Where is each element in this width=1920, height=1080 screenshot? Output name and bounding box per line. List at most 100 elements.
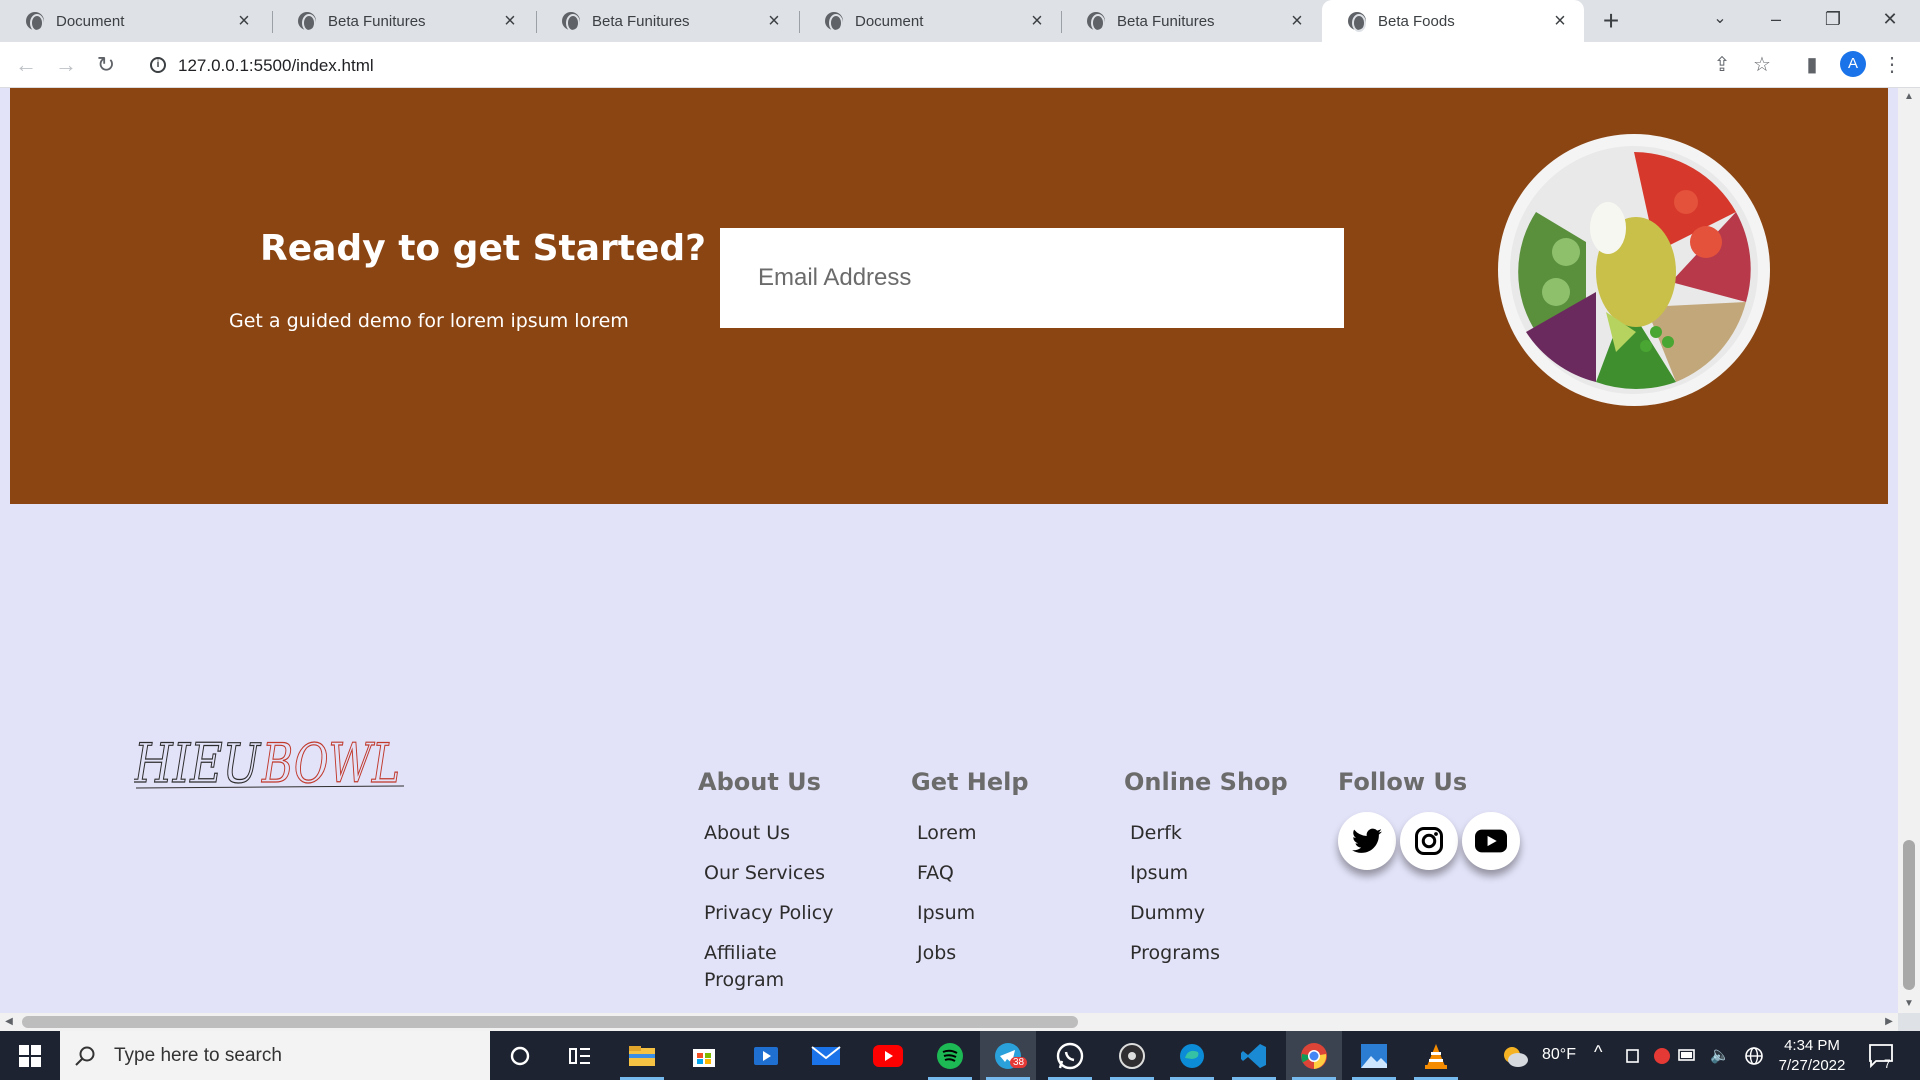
email-input[interactable] (720, 228, 1344, 328)
chrome-icon[interactable] (1286, 1031, 1342, 1080)
scroll-right-arrow[interactable]: ▶ (1880, 1013, 1898, 1031)
profile-avatar[interactable]: A (1840, 51, 1866, 77)
footer-link[interactable]: Ipsum (917, 900, 1029, 927)
mail-icon[interactable] (798, 1031, 854, 1080)
footer-column-title: Get Help (911, 768, 1029, 796)
youtube-app-icon[interactable] (860, 1031, 916, 1080)
weather-temp[interactable]: 80°F (1542, 1046, 1576, 1064)
close-window-button[interactable]: ✕ (1862, 0, 1918, 38)
restore-button[interactable]: ❐ (1805, 0, 1861, 38)
footer-link[interactable]: FAQ (917, 860, 1029, 887)
close-icon[interactable]: × (234, 11, 254, 31)
language-globe-icon[interactable] (1744, 1046, 1764, 1066)
edge-icon[interactable] (1164, 1031, 1220, 1080)
side-panel-icon[interactable]: ▮ (1798, 51, 1826, 79)
file-explorer-icon[interactable] (614, 1031, 670, 1080)
cta-title: Ready to get Started? (260, 228, 707, 269)
minimize-button[interactable]: – (1748, 0, 1804, 38)
footer-link[interactable]: About Us (704, 820, 833, 847)
globe-icon (26, 12, 44, 32)
chevron-up-icon[interactable]: ^ (1594, 1042, 1602, 1063)
browser-tab[interactable]: Beta Funitures × (272, 0, 534, 42)
site-info-icon[interactable]: i (150, 57, 166, 73)
footer-link[interactable]: Lorem (917, 820, 1029, 847)
cortana-icon[interactable] (492, 1031, 548, 1080)
start-button[interactable] (0, 1031, 60, 1080)
globe-icon (1348, 12, 1366, 32)
footer-link[interactable]: Dummy (1130, 900, 1288, 927)
tab-title: Document (855, 12, 924, 30)
vscode-icon[interactable] (1226, 1031, 1282, 1080)
twitter-icon[interactable] (1338, 812, 1396, 870)
new-tab-button[interactable]: + (1596, 6, 1626, 36)
obs-icon[interactable] (1104, 1031, 1160, 1080)
youtube-icon[interactable] (1462, 812, 1520, 870)
close-icon[interactable]: × (1550, 11, 1570, 31)
footer-link[interactable]: Ipsum (1130, 860, 1288, 887)
forward-button[interactable]: → (52, 51, 80, 79)
footer-column-title: About Us (698, 768, 821, 796)
close-icon[interactable]: × (500, 11, 520, 31)
cta-subtitle: Get a guided demo for lorem ipsum lorem (229, 310, 629, 332)
microsoft-store-icon[interactable] (676, 1031, 732, 1080)
scroll-left-arrow[interactable]: ◀ (0, 1013, 18, 1031)
menu-icon[interactable]: ⋮ (1878, 51, 1906, 79)
svg-text:BOWL: BOWL (261, 732, 400, 795)
taskbar-search[interactable]: Type here to search (60, 1031, 490, 1080)
salad-bowl-image (1498, 134, 1770, 406)
scroll-up-arrow[interactable]: ▲ (1898, 90, 1920, 104)
close-icon[interactable]: × (1027, 11, 1047, 31)
movies-tv-icon[interactable] (738, 1031, 794, 1080)
tab-title: Document (56, 12, 125, 30)
telegram-icon[interactable]: 38 (980, 1031, 1036, 1080)
footer-column-shop: Online Shop Derfk Ipsum Dummy Programs (1124, 768, 1288, 980)
footer-link-list: Derfk Ipsum Dummy Programs (1124, 820, 1288, 967)
browser-tab[interactable]: Beta Funitures × (1061, 0, 1321, 42)
whatsapp-icon[interactable] (1042, 1031, 1098, 1080)
scroll-down-arrow[interactable]: ▼ (1898, 997, 1920, 1011)
footer-link[interactable]: Affiliate Program (704, 940, 824, 994)
scrollbar-thumb[interactable] (1903, 840, 1915, 990)
footer-column-about: About Us About Us Our Services Privacy P… (698, 768, 833, 1007)
vertical-scrollbar[interactable]: ▲ ▼ (1898, 88, 1920, 1013)
address-bar[interactable]: i 127.0.0.1:5500/index.html (138, 49, 1758, 81)
browser-tab[interactable]: Document × (799, 0, 1061, 42)
scrollbar-thumb[interactable] (22, 1016, 1078, 1028)
bookmark-star-icon[interactable]: ☆ (1748, 51, 1776, 79)
footer-link[interactable]: Programs (1130, 940, 1288, 967)
browser-tab[interactable]: Document × (0, 0, 268, 42)
footer-link[interactable]: Privacy Policy (704, 900, 833, 927)
close-icon[interactable]: × (764, 11, 784, 31)
footer-link[interactable]: Jobs (917, 940, 1029, 967)
spotify-icon[interactable] (922, 1031, 978, 1080)
tab-search-button[interactable]: ⌄ (1692, 0, 1748, 38)
back-button[interactable]: ← (12, 51, 40, 79)
tab-strip: Document × Beta Funitures × Beta Funitur… (0, 0, 1920, 42)
browser-tab-active[interactable]: Beta Foods × (1322, 0, 1584, 42)
footer-link[interactable]: Derfk (1130, 820, 1288, 847)
page-viewport: Ready to get Started? Get a guided demo … (0, 88, 1898, 1013)
telegram-badge: 38 (1010, 1057, 1028, 1068)
task-view-icon[interactable] (552, 1031, 608, 1080)
close-icon[interactable]: × (1287, 11, 1307, 31)
browser-tab[interactable]: Beta Funitures × (536, 0, 798, 42)
volume-icon[interactable]: 🔈 (1710, 1045, 1730, 1065)
notification-icon[interactable] (1868, 1043, 1896, 1069)
photos-icon[interactable] (1346, 1031, 1402, 1080)
vlc-icon[interactable] (1408, 1031, 1464, 1080)
meet-now-icon[interactable] (1626, 1047, 1642, 1065)
security-icon[interactable] (1652, 1046, 1672, 1066)
footer-column-follow: Follow Us (1338, 768, 1520, 870)
footer-link-list: About Us Our Services Privacy Policy Aff… (698, 820, 833, 994)
horizontal-scrollbar[interactable]: ◀ ▶ (0, 1013, 1898, 1031)
clock-date: 7/27/2022 (1778, 1057, 1846, 1074)
reload-button[interactable]: ↻ (92, 51, 120, 79)
share-icon[interactable]: ⇪ (1708, 51, 1736, 79)
tab-title: Beta Funitures (592, 12, 690, 30)
battery-icon[interactable] (1678, 1047, 1698, 1063)
instagram-icon[interactable] (1400, 812, 1458, 870)
weather-icon[interactable] (1500, 1043, 1530, 1069)
system-clock[interactable]: 4:34 PM 7/27/2022 (1770, 1036, 1854, 1076)
footer-link[interactable]: Our Services (704, 860, 833, 887)
hieu-bowl-logo: HIEU BOWL (134, 731, 405, 796)
